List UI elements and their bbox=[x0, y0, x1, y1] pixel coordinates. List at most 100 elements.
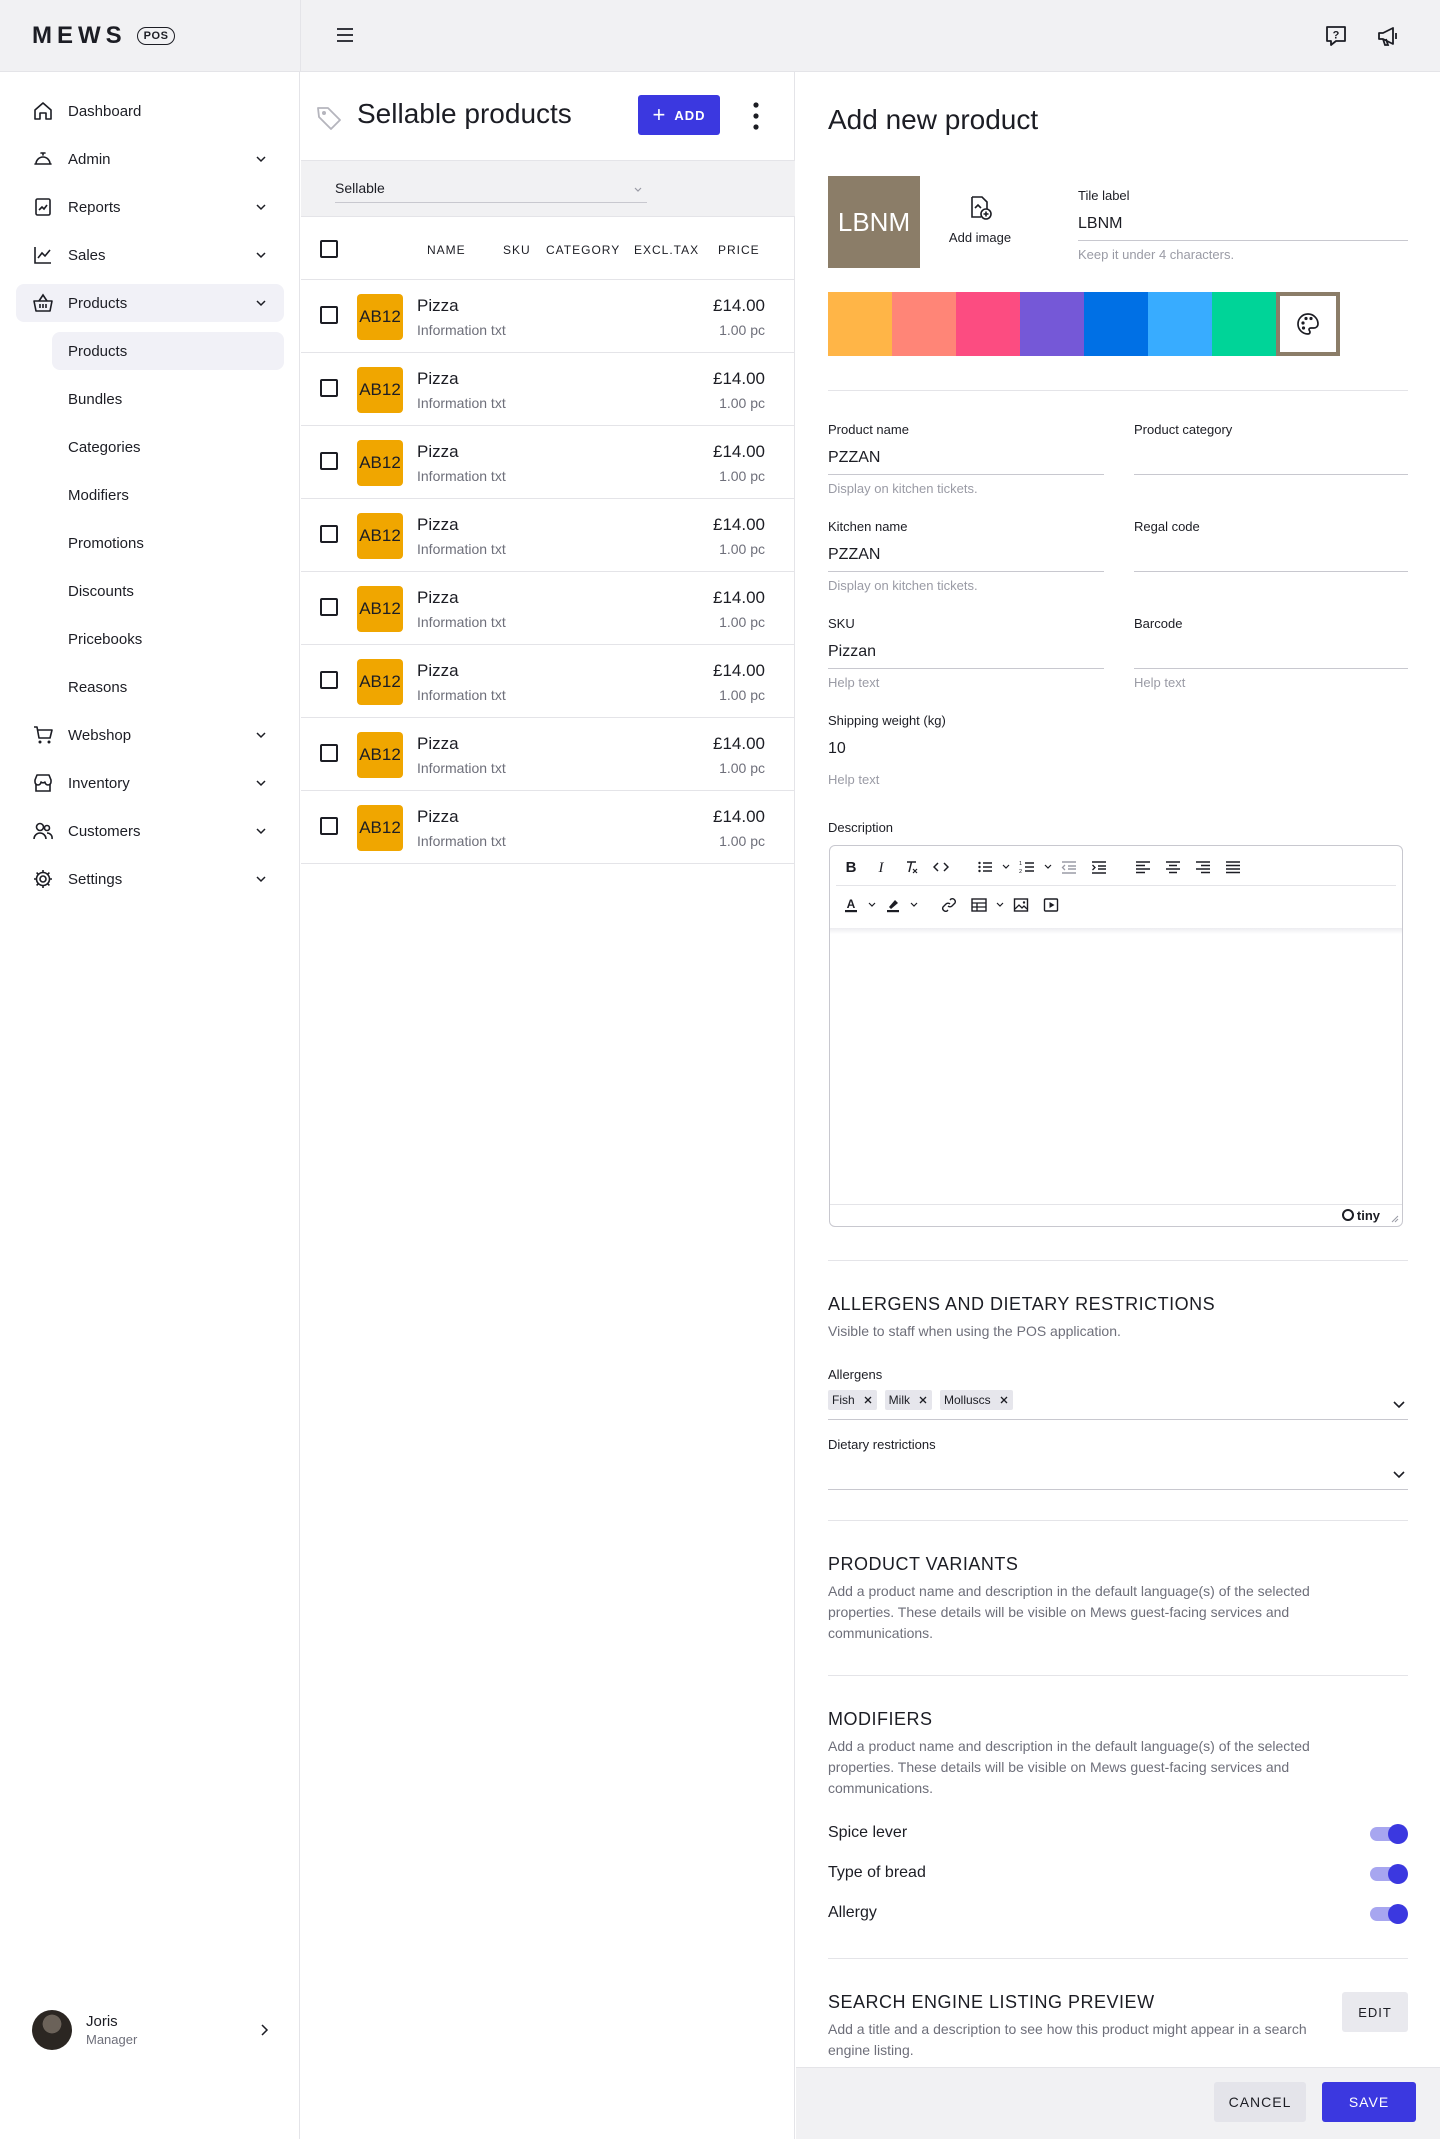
color-swatch[interactable] bbox=[1020, 292, 1084, 356]
table-row[interactable]: AB12 Pizza Information txt £14.00 1.00 p… bbox=[301, 645, 795, 718]
media-icon[interactable] bbox=[1036, 890, 1066, 920]
user-profile[interactable]: Joris Manager bbox=[32, 2008, 272, 2052]
chevron-down-icon[interactable] bbox=[908, 890, 920, 920]
sidebar-subitem-categories[interactable]: Categories bbox=[52, 428, 284, 466]
barcode-input[interactable] bbox=[1134, 639, 1408, 669]
align-right-icon[interactable] bbox=[1188, 852, 1218, 882]
color-swatch[interactable] bbox=[892, 292, 956, 356]
sidebar-item-products[interactable]: Products bbox=[16, 284, 284, 322]
regal-code-input[interactable] bbox=[1134, 542, 1408, 572]
chevron-down-icon[interactable] bbox=[1042, 852, 1054, 882]
cancel-button[interactable]: CANCEL bbox=[1214, 2082, 1306, 2122]
color-swatch[interactable] bbox=[828, 292, 892, 356]
sidebar-item-settings[interactable]: Settings bbox=[16, 860, 284, 898]
table-row[interactable]: AB12 Pizza Information txt £14.00 1.00 p… bbox=[301, 499, 795, 572]
megaphone-icon[interactable] bbox=[1374, 22, 1402, 50]
column-header-name[interactable]: NAME bbox=[427, 243, 466, 257]
product-name-input[interactable]: PZZAN bbox=[828, 445, 1104, 475]
chevron-down-icon[interactable] bbox=[1000, 852, 1012, 882]
clear-format-icon[interactable] bbox=[896, 852, 926, 882]
remove-chip-icon[interactable] bbox=[863, 1395, 873, 1405]
row-checkbox[interactable] bbox=[320, 379, 338, 397]
tiny-brand[interactable]: tiny bbox=[1341, 1208, 1380, 1223]
table-row[interactable]: AB12 Pizza Information txt £14.00 1.00 p… bbox=[301, 718, 795, 791]
modifier-toggle[interactable] bbox=[1370, 1824, 1408, 1844]
chevron-down-icon[interactable] bbox=[994, 890, 1006, 920]
color-swatch[interactable] bbox=[1212, 292, 1276, 356]
seo-edit-button[interactable]: EDIT bbox=[1342, 1992, 1408, 2032]
table-row[interactable]: AB12 Pizza Information txt £14.00 1.00 p… bbox=[301, 426, 795, 499]
sidebar-item-customers[interactable]: Customers bbox=[16, 812, 284, 850]
indent-icon[interactable] bbox=[1084, 852, 1114, 882]
chevron-down-icon[interactable] bbox=[866, 890, 878, 920]
remove-chip-icon[interactable] bbox=[918, 1395, 928, 1405]
row-checkbox[interactable] bbox=[320, 671, 338, 689]
editor-content-area[interactable] bbox=[830, 934, 1402, 1204]
code-icon[interactable] bbox=[926, 852, 956, 882]
table-row[interactable]: AB12 Pizza Information txt £14.00 1.00 p… bbox=[301, 280, 795, 353]
row-checkbox[interactable] bbox=[320, 452, 338, 470]
status-filter-select[interactable]: Sellable bbox=[335, 175, 647, 203]
highlight-icon[interactable] bbox=[878, 890, 908, 920]
column-header-category[interactable]: CATEGORY bbox=[546, 243, 620, 257]
color-swatch[interactable] bbox=[956, 292, 1020, 356]
save-button[interactable]: SAVE bbox=[1322, 2082, 1416, 2122]
italic-icon[interactable]: I bbox=[866, 852, 896, 882]
hamburger-icon[interactable] bbox=[334, 24, 356, 46]
dietary-restrictions-select[interactable] bbox=[828, 1460, 1408, 1490]
row-checkbox[interactable] bbox=[320, 306, 338, 324]
table-icon[interactable] bbox=[964, 890, 994, 920]
sidebar-subitem-modifiers[interactable]: Modifiers bbox=[52, 476, 284, 514]
column-header-price[interactable]: PRICE bbox=[718, 243, 760, 257]
table-row[interactable]: AB12 Pizza Information txt £14.00 1.00 p… bbox=[301, 353, 795, 426]
more-options-icon[interactable] bbox=[749, 100, 763, 132]
numbered-list-icon[interactable]: 12 bbox=[1012, 852, 1042, 882]
sidebar-subitem-pricebooks[interactable]: Pricebooks bbox=[52, 620, 284, 658]
sidebar-subitem-products[interactable]: Products bbox=[52, 332, 284, 370]
select-all-checkbox[interactable] bbox=[320, 240, 338, 258]
custom-color-button[interactable] bbox=[1276, 292, 1340, 356]
mews-logo[interactable]: MEWS POS bbox=[32, 22, 176, 50]
color-swatch[interactable] bbox=[1148, 292, 1212, 356]
remove-chip-icon[interactable] bbox=[999, 1395, 1009, 1405]
shipping-weight-input[interactable]: 10 bbox=[828, 736, 1104, 766]
text-color-icon[interactable]: A bbox=[836, 890, 866, 920]
row-checkbox[interactable] bbox=[320, 817, 338, 835]
resize-handle-icon[interactable] bbox=[1389, 1213, 1399, 1223]
sidebar-item-reports[interactable]: Reports bbox=[16, 188, 284, 226]
column-header-sku[interactable]: SKU bbox=[503, 243, 531, 257]
table-row[interactable]: AB12 Pizza Information txt £14.00 1.00 p… bbox=[301, 572, 795, 645]
help-chat-icon[interactable]: ? bbox=[1322, 22, 1350, 50]
sidebar-item-webshop[interactable]: Webshop bbox=[16, 716, 284, 754]
modifier-toggle[interactable] bbox=[1370, 1864, 1408, 1884]
table-row[interactable]: AB12 Pizza Information txt £14.00 1.00 p… bbox=[301, 791, 795, 864]
sidebar-item-sales[interactable]: Sales bbox=[16, 236, 284, 274]
image-icon[interactable] bbox=[1006, 890, 1036, 920]
color-swatch[interactable] bbox=[1084, 292, 1148, 356]
sidebar-item-dashboard[interactable]: Dashboard bbox=[16, 92, 284, 130]
outdent-icon[interactable] bbox=[1054, 852, 1084, 882]
link-icon[interactable] bbox=[934, 890, 964, 920]
align-left-icon[interactable] bbox=[1128, 852, 1158, 882]
bold-icon[interactable]: B bbox=[836, 852, 866, 882]
row-checkbox[interactable] bbox=[320, 744, 338, 762]
kitchen-name-input[interactable]: PZZAN bbox=[828, 542, 1104, 572]
sku-input[interactable]: Pizzan bbox=[828, 639, 1104, 669]
row-checkbox[interactable] bbox=[320, 598, 338, 616]
sidebar-subitem-reasons[interactable]: Reasons bbox=[52, 668, 284, 706]
modifier-toggle[interactable] bbox=[1370, 1904, 1408, 1924]
column-header-excl-tax[interactable]: EXCL.TAX bbox=[634, 243, 699, 257]
add-product-button[interactable]: + ADD bbox=[638, 95, 720, 135]
align-justify-icon[interactable] bbox=[1218, 852, 1248, 882]
tile-label-input[interactable]: LBNM bbox=[1078, 211, 1408, 241]
sidebar-subitem-bundles[interactable]: Bundles bbox=[52, 380, 284, 418]
allergens-multiselect[interactable]: Fish Milk Molluscs bbox=[828, 1390, 1408, 1420]
sidebar-subitem-discounts[interactable]: Discounts bbox=[52, 572, 284, 610]
product-category-input[interactable] bbox=[1134, 445, 1408, 475]
sidebar-subitem-promotions[interactable]: Promotions bbox=[52, 524, 284, 562]
sidebar-item-inventory[interactable]: Inventory bbox=[16, 764, 284, 802]
align-center-icon[interactable] bbox=[1158, 852, 1188, 882]
add-image-button[interactable]: Add image bbox=[944, 194, 1016, 245]
row-checkbox[interactable] bbox=[320, 525, 338, 543]
sidebar-item-admin[interactable]: Admin bbox=[16, 140, 284, 178]
